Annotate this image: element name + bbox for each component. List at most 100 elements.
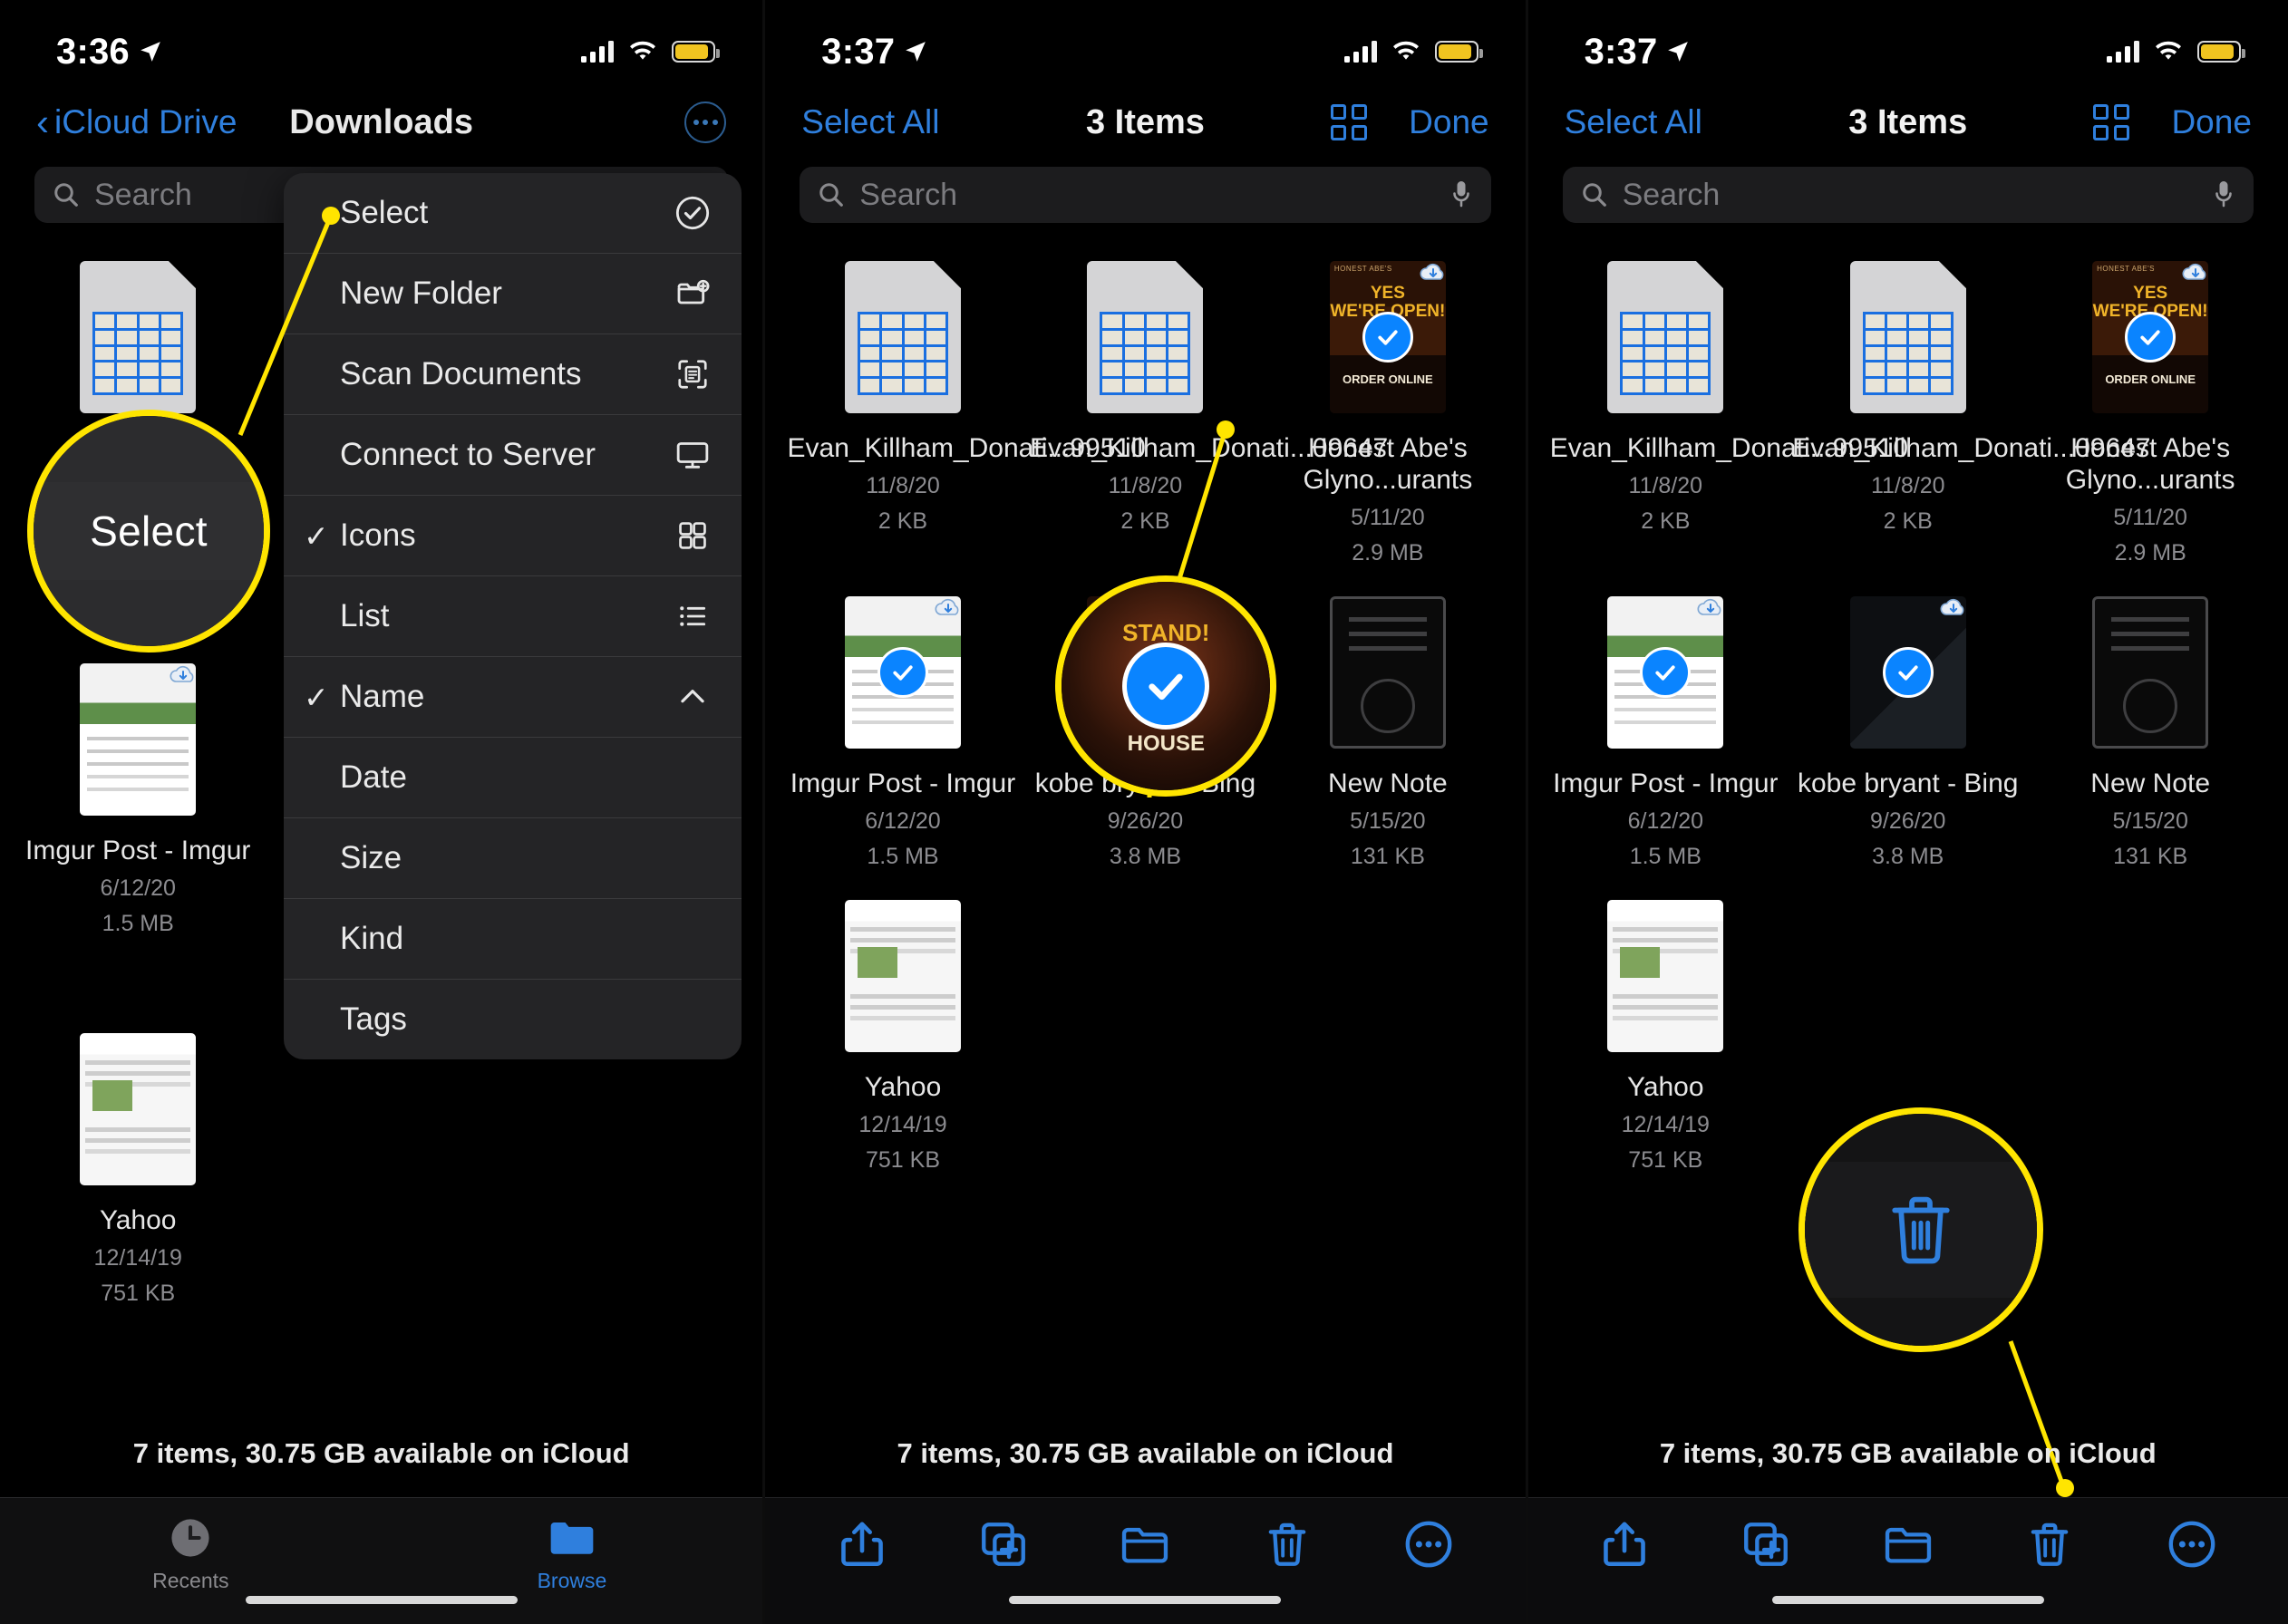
menu-item-scan-documents[interactable]: Scan Documents bbox=[284, 334, 742, 414]
file-item[interactable]: Evan_Killham_Donati...99510 11/8/20 2 KB bbox=[781, 256, 1146, 567]
more-options-button[interactable] bbox=[684, 102, 727, 143]
callout-anchor-dot bbox=[322, 207, 340, 225]
selected-checkmark-badge[interactable] bbox=[1362, 312, 1413, 362]
spreadsheet-document-icon bbox=[1607, 261, 1724, 413]
file-size: 1.5 MB bbox=[867, 844, 939, 870]
file-size: 1.5 MB bbox=[1629, 844, 1701, 870]
file-item[interactable]: Yahoo 12/14/19 751 KB bbox=[16, 1028, 259, 1308]
delete-button[interactable] bbox=[2023, 1518, 2076, 1571]
file-item[interactable]: Yahoo 12/14/19 751 KB bbox=[1545, 894, 1787, 1174]
tab-label: Browse bbox=[537, 1569, 607, 1592]
menu-item-connect-to-server[interactable]: Connect to Server bbox=[284, 415, 742, 495]
status-bar: 3:37 bbox=[765, 0, 1525, 83]
search-input[interactable]: Search bbox=[800, 167, 1491, 223]
file-size: 131 KB bbox=[2113, 844, 2188, 870]
move-to-folder-button[interactable] bbox=[1119, 1518, 1171, 1571]
tab-recents[interactable]: Recents bbox=[118, 1514, 263, 1593]
menu-item-size[interactable]: Size bbox=[284, 818, 742, 898]
share-button[interactable] bbox=[1598, 1518, 1651, 1571]
file-size: 2 KB bbox=[1120, 508, 1170, 535]
new-note-thumbnail bbox=[2092, 596, 2209, 749]
file-thumbnail bbox=[1599, 256, 1731, 419]
menu-item-label: Tags bbox=[340, 1001, 407, 1037]
callout-selection-check: STAND! HOUSE bbox=[1055, 575, 1277, 797]
location-arrow-icon bbox=[141, 42, 160, 62]
file-item[interactable]: HONEST ABE'S YES WE'RE OPEN! ORDER ONLINE… bbox=[1266, 256, 1508, 567]
back-button[interactable]: ‹ iCloud Drive bbox=[36, 103, 238, 141]
menu-item-icons[interactable]: ✓ Icons bbox=[284, 496, 742, 575]
selected-checkmark-badge[interactable] bbox=[2125, 312, 2177, 362]
check-circle-icon bbox=[673, 193, 713, 233]
file-item[interactable]: Yahoo 12/14/19 751 KB bbox=[781, 894, 1023, 1174]
selected-checkmark-badge-zoom bbox=[1122, 643, 1210, 730]
menu-item-select[interactable]: Select bbox=[284, 173, 742, 253]
home-indicator bbox=[245, 1596, 518, 1604]
file-item[interactable]: Imgur Post - Imgur 6/12/20 1.5 MB bbox=[781, 591, 1023, 871]
icloud-download-icon bbox=[170, 665, 194, 682]
file-date: 5/15/20 bbox=[1350, 807, 1426, 834]
file-thumbnail: HONEST ABE'S YES WE'RE OPEN! ORDER ONLINE bbox=[2084, 256, 2216, 419]
tab-browse[interactable]: Browse bbox=[499, 1514, 645, 1593]
thumbnail-subtext: ORDER ONLINE bbox=[1343, 372, 1433, 386]
file-thumbnail: HONEST ABE'S YES WE'RE OPEN! ORDER ONLINE bbox=[1322, 256, 1454, 419]
callout-trash bbox=[1798, 1107, 2043, 1352]
duplicate-button[interactable] bbox=[977, 1518, 1030, 1571]
file-date: 12/14/19 bbox=[1621, 1112, 1710, 1138]
microphone-icon[interactable] bbox=[2212, 179, 2235, 211]
yahoo-page-thumbnail bbox=[80, 1033, 197, 1185]
clock-time: 3:37 bbox=[821, 31, 896, 72]
select-all-button[interactable]: Select All bbox=[801, 103, 939, 141]
status-clock: 3:37 bbox=[821, 32, 927, 72]
search-input[interactable]: Search bbox=[1562, 167, 2254, 223]
menu-item-new-folder[interactable]: New Folder bbox=[284, 254, 742, 334]
selected-checkmark-badge[interactable] bbox=[1640, 647, 1692, 699]
more-actions-button[interactable] bbox=[1402, 1518, 1455, 1571]
move-to-folder-button[interactable] bbox=[1882, 1518, 1934, 1571]
file-date: 9/26/20 bbox=[1107, 807, 1184, 834]
file-date: 6/12/20 bbox=[1627, 807, 1704, 834]
delete-button[interactable] bbox=[1261, 1518, 1314, 1571]
selected-checkmark-badge[interactable] bbox=[1882, 647, 1934, 699]
select-all-button[interactable]: Select All bbox=[1565, 103, 1702, 141]
wifi-icon bbox=[630, 41, 656, 60]
file-item[interactable]: Imgur Post - Imgur 6/12/20 1.5 MB bbox=[1545, 591, 1787, 871]
file-thumbnail bbox=[72, 1028, 204, 1191]
file-date: 11/8/20 bbox=[1628, 472, 1703, 498]
file-date: 5/11/20 bbox=[1351, 504, 1425, 530]
file-item[interactable]: Evan_Killham_Donati...09647 11/8/20 2 KB bbox=[1787, 256, 2151, 567]
file-item[interactable]: New Note 5/15/20 131 KB bbox=[1266, 591, 1508, 871]
chevron-up-icon bbox=[673, 677, 713, 717]
grid-view-button[interactable] bbox=[2093, 104, 2130, 140]
menu-item-kind[interactable]: Kind bbox=[284, 899, 742, 979]
done-button[interactable]: Done bbox=[2171, 103, 2251, 141]
screenshot-triptych: 3:36 ‹ iCloud Drive Downloads Search Img… bbox=[0, 0, 2288, 1624]
file-date: 9/26/20 bbox=[1870, 807, 1946, 834]
share-button[interactable] bbox=[836, 1518, 888, 1571]
file-item[interactable]: Evan_Killham_Donati...99510 11/8/20 2 KB bbox=[1545, 256, 1908, 567]
file-size: 131 KB bbox=[1350, 844, 1425, 870]
file-item[interactable]: Imgur Post - Imgur 6/12/20 1.5 MB bbox=[16, 658, 259, 938]
menu-item-name[interactable]: ✓ Name bbox=[284, 657, 742, 737]
menu-item-tags[interactable]: Tags bbox=[284, 980, 742, 1059]
menu-item-label: Kind bbox=[340, 921, 404, 956]
more-actions-button[interactable] bbox=[2166, 1518, 2218, 1571]
chevron-left-icon: ‹ bbox=[36, 101, 49, 144]
search-icon bbox=[819, 183, 844, 207]
microphone-icon[interactable] bbox=[1449, 179, 1473, 211]
file-item[interactable]: Evan_Killham_Donati...09647 11/8/20 2 KB bbox=[1024, 256, 1388, 567]
menu-item-date[interactable]: Date bbox=[284, 738, 742, 817]
file-item[interactable]: kobe bryant - Bing 9/26/20 3.8 MB bbox=[1787, 591, 2029, 871]
grid-view-button[interactable] bbox=[1331, 104, 1368, 140]
menu-item-label: Name bbox=[340, 679, 425, 714]
action-toolbar bbox=[1527, 1497, 2288, 1624]
done-button[interactable]: Done bbox=[1409, 103, 1488, 141]
duplicate-button[interactable] bbox=[1740, 1518, 1792, 1571]
battery-icon bbox=[672, 41, 721, 63]
selected-checkmark-badge[interactable] bbox=[877, 647, 928, 699]
wifi-icon bbox=[1392, 41, 1419, 60]
icloud-download-icon bbox=[1940, 598, 1964, 615]
menu-item-list[interactable]: List bbox=[284, 576, 742, 656]
file-date: 6/12/20 bbox=[100, 875, 176, 901]
file-item[interactable]: New Note 5/15/20 131 KB bbox=[2029, 591, 2271, 871]
file-item[interactable]: HONEST ABE'S YES WE'RE OPEN! ORDER ONLINE… bbox=[2029, 256, 2271, 567]
